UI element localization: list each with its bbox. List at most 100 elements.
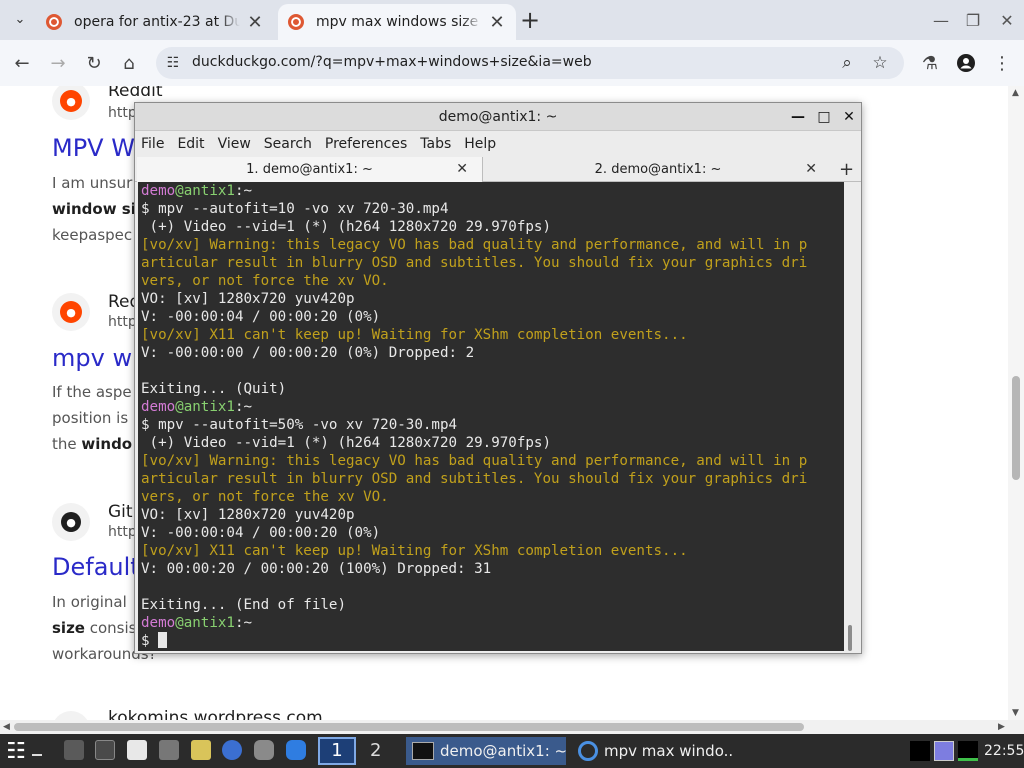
terminal-app-icon — [412, 742, 434, 760]
scroll-down-icon[interactable]: ▼ — [1012, 708, 1019, 718]
result-site-name[interactable]: kokomins.wordpress.com — [108, 708, 323, 720]
result-site-name[interactable]: Reddit — [108, 86, 162, 101]
terminal-text: articular result in blurry OSD and subti… — [141, 255, 808, 271]
close-terminal-tab-icon[interactable]: ✕ — [456, 161, 468, 177]
site-settings-icon[interactable]: ☷ — [164, 54, 182, 72]
terminal-scrollbar[interactable] — [844, 182, 861, 651]
terminal-line: demo@antix1:~ — [138, 614, 844, 632]
terminal-tab-2[interactable]: 2. demo@antix1: ~ ✕ — [485, 157, 831, 182]
new-terminal-tab-icon[interactable]: + — [839, 159, 854, 180]
web-browser-icon[interactable] — [222, 740, 242, 760]
home-icon[interactable]: ⌂ — [117, 51, 141, 75]
menu-edit[interactable]: Edit — [177, 136, 204, 152]
result-url[interactable]: http — [108, 314, 137, 330]
scroll-left-icon[interactable]: ◀ — [3, 722, 10, 732]
taskbar-item-browser[interactable]: mpv max windo... — [572, 737, 732, 765]
terminal-line: articular result in blurry OSD and subti… — [138, 254, 844, 272]
terminal-text: Exiting... (End of file) — [141, 597, 346, 613]
terminal-line: V: 00:00:20 / 00:00:20 (100%) Dropped: 3… — [138, 560, 844, 578]
desktop-1-button[interactable]: 1 — [318, 737, 356, 765]
page-vertical-scrollbar-thumb[interactable] — [1012, 376, 1020, 480]
close-tab-icon[interactable]: ✕ — [488, 12, 506, 33]
new-tab-icon[interactable]: + — [519, 6, 541, 34]
back-icon[interactable]: ← — [10, 51, 34, 75]
terminal-maximize-icon[interactable]: □ — [815, 108, 833, 126]
reload-icon[interactable]: ↻ — [82, 51, 106, 75]
terminal-scrollbar-thumb[interactable] — [848, 625, 852, 651]
terminal-line: $ mpv --autofit=50% -vo xv 720-30.mp4 — [138, 416, 844, 434]
download-icon[interactable] — [95, 740, 115, 760]
result-title[interactable]: Default — [52, 553, 140, 581]
terminal-line: (+) Video --vid=1 (*) (h264 1280x720 29.… — [138, 218, 844, 236]
terminal-text: $ — [141, 633, 159, 649]
github-icon: ● — [61, 512, 81, 532]
terminal-tab-label: 2. demo@antix1: ~ — [594, 162, 722, 177]
menu-help[interactable]: Help — [464, 136, 496, 152]
reddit-icon: ● — [60, 301, 82, 323]
page-horizontal-scrollbar-thumb[interactable] — [14, 723, 804, 731]
close-terminal-tab-icon[interactable]: ✕ — [805, 161, 817, 177]
terminal-text: [vo/xv] Warning: this legacy VO has bad … — [141, 237, 808, 253]
zoom-icon[interactable]: ⌕ — [836, 52, 858, 74]
terminal-title-bar[interactable]: demo@antix1: ~ — □ ✕ — [135, 103, 861, 131]
desktop-2-button[interactable]: 2 — [370, 737, 390, 765]
terminal-text: V: -00:00:04 / 00:00:20 (0%) — [141, 525, 381, 541]
result-site-name[interactable]: Git — [108, 502, 133, 522]
terminal-minimize-icon[interactable]: — — [789, 108, 807, 126]
start-menu-icon[interactable]: ☷ — [4, 739, 28, 764]
labs-flask-icon[interactable]: ⚗ — [918, 51, 942, 75]
bookmark-star-icon[interactable]: ☆ — [869, 52, 891, 74]
terminal-text: (+) Video --vid=1 (*) (h264 1280x720 29.… — [141, 435, 551, 451]
result-title[interactable]: mpv wi — [52, 344, 139, 372]
terminal-text: @antix1 — [175, 183, 235, 199]
archive-icon[interactable] — [159, 740, 179, 760]
show-desktop-icon[interactable] — [32, 754, 42, 756]
menu-tabs[interactable]: Tabs — [420, 136, 451, 152]
window-list-icon[interactable] — [64, 740, 84, 760]
terminal-line: demo@antix1:~ — [138, 182, 844, 200]
terminal-line: [vo/xv] Warning: this legacy VO has bad … — [138, 452, 844, 470]
tab-search-menu-icon[interactable]: ⌄ — [9, 8, 31, 30]
result-title[interactable]: MPV W — [52, 134, 135, 162]
profile-icon[interactable] — [954, 51, 978, 75]
result-url[interactable]: http — [108, 524, 137, 540]
forward-icon[interactable]: → — [46, 51, 70, 75]
scroll-up-icon[interactable]: ▲ — [1012, 88, 1019, 98]
scroll-right-icon[interactable]: ▶ — [998, 722, 1005, 732]
text-editor-icon[interactable] — [191, 740, 211, 760]
close-window-icon[interactable]: ✕ — [997, 10, 1017, 30]
terminal-line: [vo/xv] X11 can't keep up! Waiting for X… — [138, 542, 844, 560]
browser-tab-bar: ⌄ opera for antix-23 at DuckDuckGo ✕ mpv… — [0, 0, 1024, 40]
result-snippet: size consis — [52, 619, 136, 637]
terminal-tab-1[interactable]: 1. demo@antix1: ~ ✕ — [137, 157, 483, 182]
terminal-text: $ mpv --autofit=10 -vo xv 720-30.mp4 — [141, 201, 449, 217]
restore-icon[interactable]: ❐ — [963, 10, 983, 30]
menu-file[interactable]: File — [141, 136, 164, 152]
duckduckgo-favicon-icon — [46, 14, 62, 30]
network-icon[interactable] — [254, 740, 274, 760]
file-manager-icon[interactable] — [127, 740, 147, 760]
browser-tab-mpv[interactable]: mpv max windows size at DuckDuckGo ✕ — [278, 4, 516, 40]
settings-app-icon[interactable] — [286, 740, 306, 760]
result-url[interactable]: http — [108, 105, 137, 121]
terminal-text: :~ — [234, 399, 253, 415]
menu-preferences[interactable]: Preferences — [325, 136, 407, 152]
result-snippet: If the aspe — [52, 383, 132, 401]
result-favicon: ● — [52, 86, 90, 120]
menu-view[interactable]: View — [218, 136, 251, 152]
address-bar[interactable]: ☷ duckduckgo.com/?q=mpv+max+windows+size… — [156, 47, 904, 79]
terminal-close-icon[interactable]: ✕ — [840, 108, 858, 126]
minimize-icon[interactable]: — — [931, 10, 951, 30]
terminal-output[interactable]: demo@antix1:~ $ mpv --autofit=10 -vo xv 7… — [138, 182, 844, 651]
menu-search[interactable]: Search — [264, 136, 312, 152]
menu-kebab-icon[interactable]: ⋮ — [990, 51, 1014, 75]
terminal-cursor — [158, 632, 168, 648]
url-text[interactable]: duckduckgo.com/?q=mpv+max+windows+size&i… — [192, 54, 592, 70]
terminal-line: Exiting... (Quit) — [138, 380, 844, 398]
terminal-text: V: -00:00:00 / 00:00:20 (0%) Dropped: 2 — [141, 345, 475, 361]
browser-toolbar: ← → ↻ ⌂ ☷ duckduckgo.com/?q=mpv+max+wind… — [0, 40, 1024, 86]
taskbar-item-terminal[interactable]: demo@antix1: ~ — [406, 737, 566, 765]
close-tab-icon[interactable]: ✕ — [246, 12, 264, 33]
browser-tab-opera[interactable]: opera for antix-23 at DuckDuckGo ✕ — [36, 4, 274, 40]
